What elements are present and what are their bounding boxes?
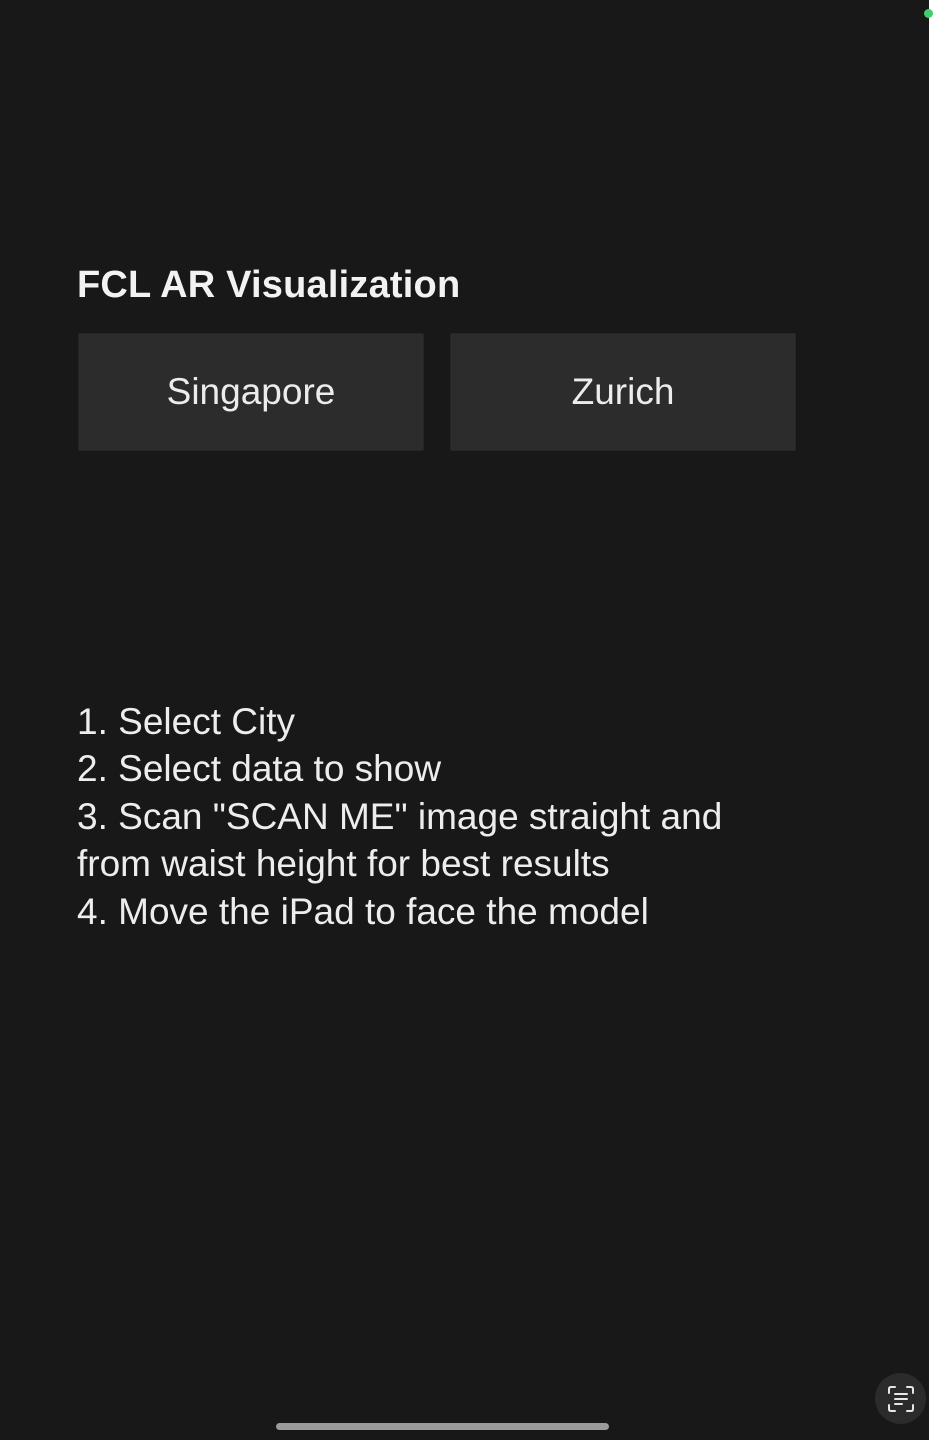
text-scan-icon	[887, 1385, 914, 1412]
page-title: FCL AR Visualization	[77, 264, 461, 306]
app-screen: FCL AR Visualization Singapore Zurich 1.…	[0, 0, 929, 1440]
instruction-line: 4. Move the iPad to face the model	[77, 890, 649, 932]
camera-indicator-dot	[924, 9, 933, 18]
home-indicator[interactable]	[276, 1423, 609, 1430]
zurich-button[interactable]: Zurich	[450, 333, 796, 451]
instructions-text: 1. Select City 2. Select data to show 3.…	[77, 698, 817, 935]
instruction-line: 3. Scan "SCAN ME" image straight and	[77, 795, 723, 837]
screen-edge	[929, 0, 938, 1440]
singapore-button[interactable]: Singapore	[78, 333, 424, 451]
instruction-line: from waist height for best results	[77, 843, 610, 885]
instruction-line: 2. Select data to show	[77, 748, 442, 790]
instruction-line: 1. Select City	[77, 701, 295, 742]
live-text-button[interactable]	[875, 1373, 926, 1424]
